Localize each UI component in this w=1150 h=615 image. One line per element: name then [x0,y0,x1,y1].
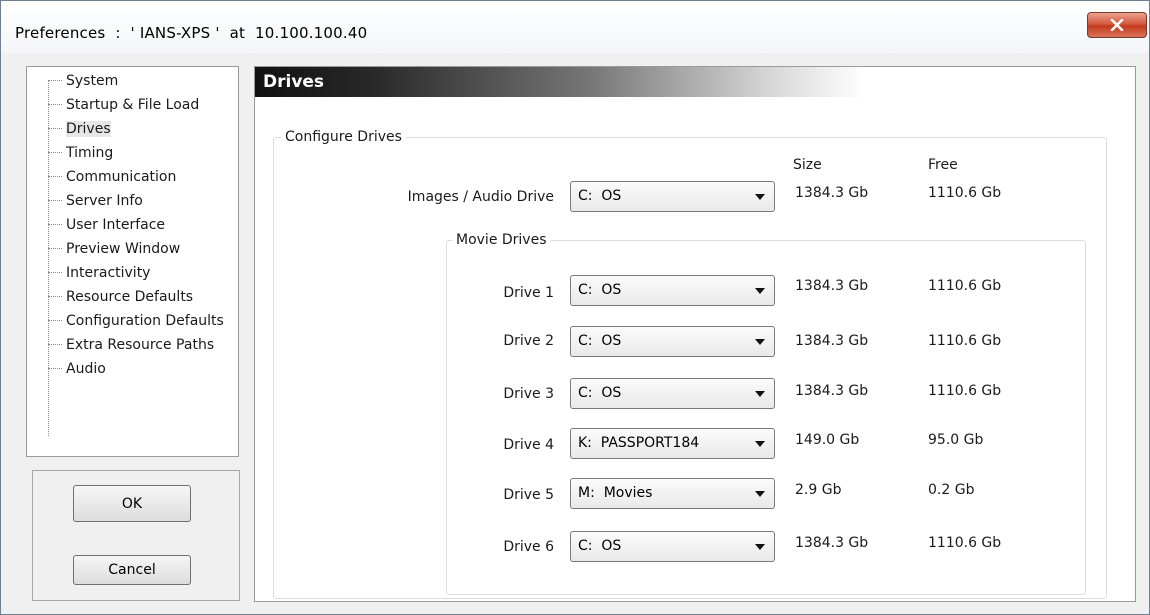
drive-5-label: Drive 5 [503,487,554,503]
combo-value: C: OS [578,538,622,554]
configure-drives-label: Configure Drives [281,129,406,145]
sidebar-item-user-interface[interactable]: User Interface [27,215,165,235]
drive-4-size: 149.0 Gb [795,432,860,448]
drive-6-label: Drive 6 [503,539,554,555]
chevron-down-icon [755,391,765,397]
sidebar-item-server-info[interactable]: Server Info [27,191,143,211]
drive-2-label: Drive 2 [503,333,554,349]
images-audio-drive-label: Images / Audio Drive [407,189,554,205]
combo-value: K: PASSPORT184 [578,435,700,451]
close-button[interactable] [1087,12,1147,38]
chevron-down-icon [755,339,765,345]
sidebar-item-label: User Interface [66,217,166,233]
combo-value: M: Movies [578,485,653,501]
combo-value: C: OS [578,282,622,298]
tree-connector [48,104,62,106]
tree-connector [48,344,62,346]
sidebar-item-audio[interactable]: Audio [27,359,106,379]
section-header-bar [255,67,865,97]
sidebar-item-extra-resource-paths[interactable]: Extra Resource Paths [27,335,214,355]
drive-6-free: 1110.6 Gb [928,535,1002,551]
close-icon [1110,19,1124,31]
tree-connector [48,152,62,154]
sidebar-item-timing[interactable]: Timing [27,143,113,163]
combo-value: C: OS [578,385,622,401]
tree-connector [48,296,62,298]
sidebar-item-startup-file-load[interactable]: Startup & File Load [27,95,199,115]
sidebar-item-label: Server Info [66,193,143,209]
tree-connector [48,128,62,130]
sidebar-item-label: Interactivity [66,265,151,281]
ok-button[interactable]: OK [73,485,191,522]
tree-connector [48,200,62,202]
sidebar-item-label: Drives [66,121,111,137]
sidebar-item-label: Timing [66,145,114,161]
drive-2-free: 1110.6 Gb [928,333,1002,349]
drive-1-free: 1110.6 Gb [928,278,1002,294]
drive-3-free: 1110.6 Gb [928,383,1002,399]
drive-2-size: 1384.3 Gb [795,333,869,349]
sidebar-item-label: Resource Defaults [66,289,194,305]
drive-4-select[interactable]: K: PASSPORT184 [570,428,775,459]
title-bar: Preferences : ' IANS-XPS ' at 10.100.100… [1,1,1149,53]
movie-drives-label: Movie Drives [452,232,551,248]
sidebar-item-label: Extra Resource Paths [66,337,215,353]
drive-5-select[interactable]: M: Movies [570,478,775,509]
cancel-button[interactable]: Cancel [73,555,191,585]
images-audio-drive-select[interactable]: C: OS [570,181,775,212]
sidebar-item-label: Preview Window [66,241,181,257]
images-audio-free: 1110.6 Gb [928,185,1002,201]
tree-connector [48,176,62,178]
drive-1-label: Drive 1 [503,285,554,301]
sidebar-item-label: Configuration Defaults [66,313,224,329]
sidebar-item-label: Startup & File Load [66,97,200,113]
sidebar-item-label: System [66,73,119,89]
combo-value: C: OS [578,333,622,349]
tree-connector [48,272,62,274]
chevron-down-icon [755,441,765,447]
tree-connector [48,368,62,370]
tree-connector [48,248,62,250]
sidebar-item-configuration-defaults[interactable]: Configuration Defaults [27,311,224,331]
tree-connector [48,224,62,226]
category-tree: System Startup & File Load Drives Timing… [26,66,239,457]
dialog-buttons-panel: OK Cancel [32,470,240,601]
window-title: Preferences : ' IANS-XPS ' at 10.100.100… [15,24,368,42]
sidebar-item-label: Communication [66,169,177,185]
drive-3-select[interactable]: C: OS [570,378,775,409]
drive-4-free: 95.0 Gb [928,432,984,448]
drive-6-size: 1384.3 Gb [795,535,869,551]
drive-6-select[interactable]: C: OS [570,531,775,562]
section-header-title: Drives [263,72,325,92]
size-column-header: Size [793,157,822,173]
drive-5-size: 2.9 Gb [795,482,842,498]
sidebar-item-interactivity[interactable]: Interactivity [27,263,150,283]
chevron-down-icon [755,544,765,550]
sidebar-item-communication[interactable]: Communication [27,167,176,187]
sidebar-item-system[interactable]: System [27,71,118,91]
drive-2-select[interactable]: C: OS [570,326,775,357]
chevron-down-icon [755,491,765,497]
images-audio-size: 1384.3 Gb [795,185,869,201]
tree-connector [48,80,62,82]
sidebar-item-preview-window[interactable]: Preview Window [27,239,180,259]
sidebar-item-drives[interactable]: Drives [27,119,111,139]
combo-value: C: OS [578,188,622,204]
drive-3-label: Drive 3 [503,386,554,402]
drive-1-select[interactable]: C: OS [570,275,775,306]
drive-5-free: 0.2 Gb [928,482,975,498]
sidebar-item-label: Audio [66,361,106,377]
sidebar-item-resource-defaults[interactable]: Resource Defaults [27,287,193,307]
tree-connector [48,320,62,322]
drive-3-size: 1384.3 Gb [795,383,869,399]
drive-4-label: Drive 4 [503,437,554,453]
free-column-header: Free [928,157,958,173]
chevron-down-icon [755,194,765,200]
drive-1-size: 1384.3 Gb [795,278,869,294]
chevron-down-icon [755,288,765,294]
